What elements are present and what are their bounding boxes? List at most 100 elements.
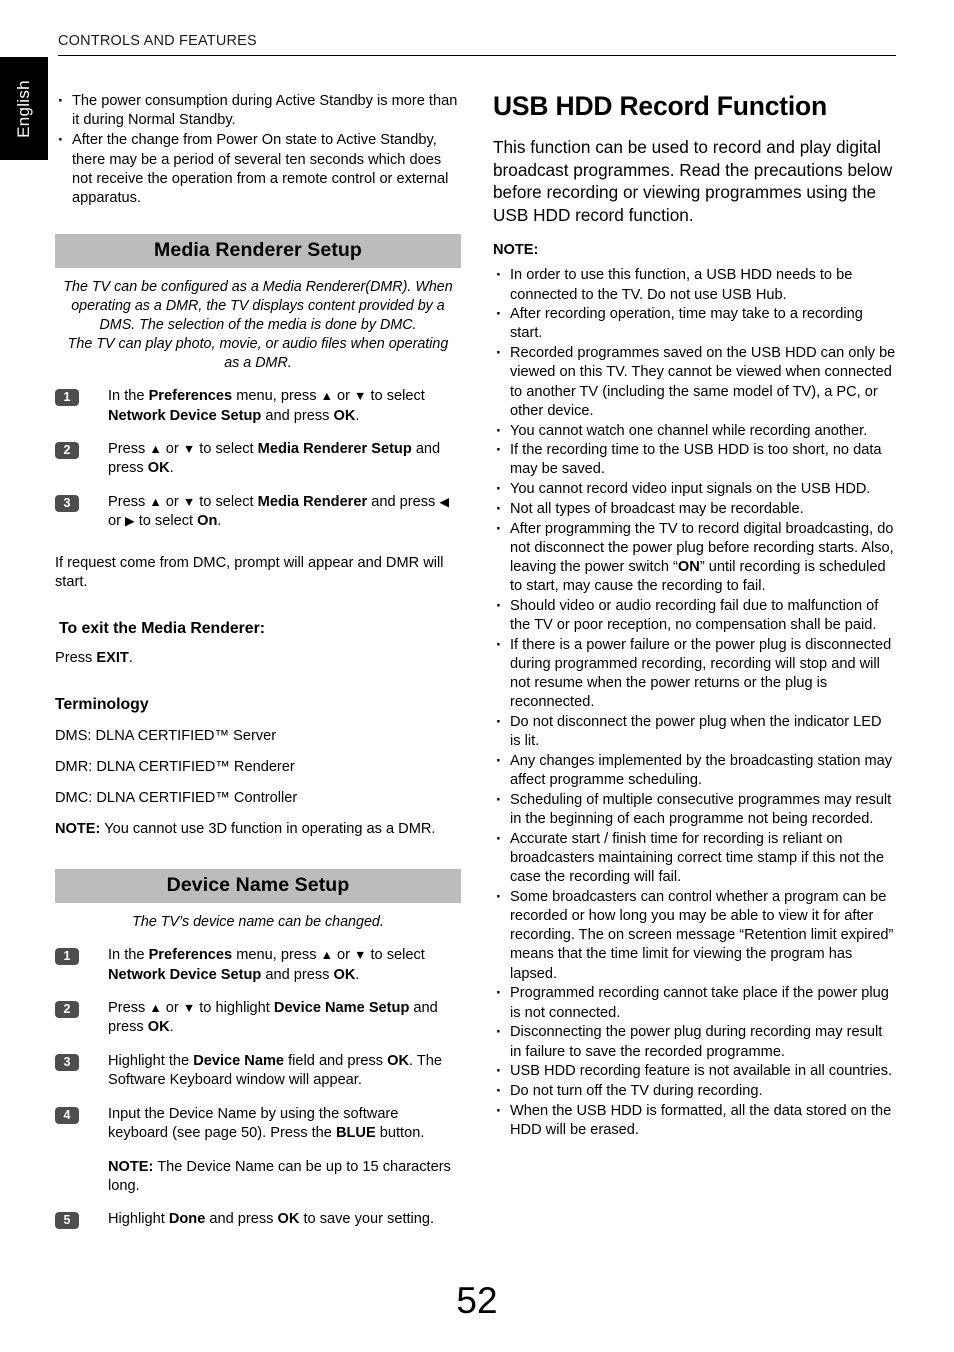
language-tab-label: English — [14, 79, 33, 138]
step-number-badge: 1 — [55, 948, 79, 966]
step-sub-note: NOTE: The Device Name can be up to 15 ch… — [108, 1158, 451, 1194]
media-renderer-note-label: NOTE: — [55, 821, 101, 838]
arrow-up-icon: ▲ — [149, 494, 162, 509]
media-renderer-intro-line-1: The TV can be configured as a Media Rend… — [63, 279, 453, 334]
terminology-item: DMR: DLNA CERTIFIED™ Renderer — [55, 759, 295, 776]
arrow-left-icon: ◀ — [439, 494, 449, 509]
emphasis: Preferences — [148, 388, 233, 405]
usb-hdd-note-list: In order to use this function, a USB HDD… — [493, 265, 896, 1140]
media-renderer-intro-line-2: The TV can play photo, movie, or audio f… — [67, 336, 449, 372]
emphasis: OK — [333, 966, 356, 983]
emphasis: OK — [147, 460, 170, 477]
media-renderer-banner: Media Renderer Setup — [55, 234, 461, 269]
arrow-down-icon: ▼ — [182, 1001, 196, 1016]
emphasis: Network Device Setup — [108, 966, 262, 983]
arrow-up-icon: ▲ — [149, 1001, 162, 1016]
step-text: Highlight Done and press OK to save your… — [108, 1211, 435, 1228]
step-text: In the Preferences menu, press ▲ or ▼ to… — [108, 388, 425, 424]
page-title: CONTROLS AND FEATURES — [58, 33, 257, 49]
usb-hdd-note-item: Do not disconnect the power plug when th… — [493, 712, 896, 751]
usb-hdd-note-item: You cannot watch one channel while recor… — [493, 420, 896, 441]
exit-press-period: . — [128, 650, 133, 667]
emphasis: OK — [277, 1211, 300, 1228]
usb-hdd-note-item: Accurate start / finish time for recordi… — [493, 829, 896, 888]
arrow-right-icon: ▶ — [125, 514, 135, 529]
emphasis: Done — [168, 1211, 206, 1228]
emphasis: On — [197, 513, 218, 530]
step-number-badge: 1 — [55, 389, 79, 407]
numbered-step: 5 Highlight Done and press OK to save you… — [55, 1210, 461, 1230]
device-name-banner: Device Name Setup — [55, 869, 461, 904]
emphasis: Device Name — [193, 1052, 285, 1069]
usb-hdd-note-item: Should video or audio recording fail due… — [493, 596, 896, 635]
numbered-step: 4 Input the Device Name by using the soft… — [55, 1105, 461, 1197]
usb-hdd-section-title: USB HDD Record Function — [493, 91, 828, 121]
device-name-steps: 1 In the Preferences menu, press ▲ or ▼ t… — [55, 946, 461, 1230]
arrow-down-icon: ▼ — [354, 389, 367, 404]
step-number-badge: 4 — [55, 1106, 79, 1124]
arrow-down-icon: ▼ — [182, 442, 196, 457]
usb-hdd-note-heading: NOTE: — [493, 242, 539, 259]
usb-hdd-note-item: Programmed recording cannot take place i… — [493, 983, 896, 1022]
usb-hdd-note-item: USB HDD recording feature is not availab… — [493, 1061, 896, 1081]
step-number-badge: 5 — [55, 1212, 79, 1230]
usb-hdd-note-item: If the recording time to the USB HDD is … — [493, 440, 896, 479]
arrow-down-icon: ▼ — [182, 494, 196, 509]
arrow-up-icon: ▲ — [320, 389, 333, 404]
emphasis: BLUE — [335, 1125, 376, 1142]
step-number-badge: 2 — [55, 442, 79, 460]
numbered-step: 2 Press ▲ or ▼ to select Media Renderer S… — [55, 440, 461, 479]
usb-hdd-note-item: Any changes implemented by the broadcast… — [493, 751, 896, 790]
standby-bullet: After the change from Power On state to … — [55, 130, 461, 208]
media-renderer-note-text: You cannot use 3D function in operating … — [100, 821, 436, 838]
emphasis: NOTE: — [108, 1158, 154, 1175]
step-text: Press ▲ or ▼ to select Media Renderer Se… — [108, 441, 441, 477]
left-column: The power consumption during Active Stan… — [55, 91, 461, 1230]
arrow-up-icon: ▲ — [320, 948, 333, 963]
emphasis: OK — [147, 1019, 170, 1036]
exit-press-label: Press — [55, 650, 97, 667]
right-column: USB HDD Record Function This function ca… — [493, 90, 896, 1141]
usb-hdd-note-item: Disconnecting the power plug during reco… — [493, 1022, 896, 1061]
terminology-item: DMC: DLNA CERTIFIED™ Controller — [55, 790, 298, 807]
terminology-heading: Terminology — [55, 696, 149, 714]
media-renderer-note: NOTE: You cannot use 3D function in oper… — [55, 820, 461, 839]
exit-media-renderer-heading: To exit the Media Renderer: — [59, 620, 265, 638]
numbered-step: 1 In the Preferences menu, press ▲ or ▼ t… — [55, 387, 461, 426]
usb-hdd-note-item: You cannot record video input signals on… — [493, 479, 896, 499]
header-divider — [58, 55, 896, 56]
numbered-step: 1 In the Preferences menu, press ▲ or ▼ t… — [55, 946, 461, 985]
usb-hdd-lead-paragraph: This function can be used to record and … — [493, 137, 893, 225]
terminology-item: DMS: DLNA CERTIFIED™ Server — [55, 728, 277, 745]
emphasis: OK — [333, 407, 356, 424]
emphasis: Device Name Setup — [273, 1000, 410, 1017]
terminology-list: DMS: DLNA CERTIFIED™ Server DMR: DLNA CER… — [55, 727, 461, 808]
manual-page: CONTROLS AND FEATURES English The power … — [0, 0, 954, 1352]
standby-bullet: The power consumption during Active Stan… — [55, 91, 461, 130]
usb-hdd-note-item: Do not turn off the TV during recording. — [493, 1081, 896, 1101]
exit-key: EXIT — [96, 650, 129, 667]
emphasis: Network Device Setup — [108, 407, 262, 424]
step-text: Press ▲ or ▼ to select Media Renderer an… — [108, 493, 449, 530]
standby-bullet-list: The power consumption during Active Stan… — [55, 91, 461, 208]
page-number: 52 — [456, 1280, 498, 1321]
arrow-up-icon: ▲ — [149, 442, 162, 457]
emphasis: OK — [387, 1052, 409, 1069]
device-name-intro: The TV’s device name can be changed. — [132, 914, 384, 931]
emphasis: Media Renderer — [257, 493, 368, 510]
usb-hdd-note-item: After programming the TV to record digit… — [493, 519, 896, 597]
step-text: Input the Device Name by using the softw… — [108, 1105, 461, 1197]
emphasis: Preferences — [148, 947, 233, 964]
numbered-step: 3 Highlight the Device Name field and pre… — [55, 1052, 461, 1091]
step-number-badge: 2 — [55, 1001, 79, 1019]
power-switch-on-emphasis: ON — [677, 558, 700, 575]
usb-hdd-note-item: Scheduling of multiple consecutive progr… — [493, 790, 896, 829]
page-header: CONTROLS AND FEATURES — [58, 32, 896, 56]
step-number-badge: 3 — [55, 1053, 79, 1071]
usb-hdd-note-item: After recording operation, time may take… — [493, 304, 896, 343]
step-number-badge: 3 — [55, 494, 79, 512]
step-text: Press ▲ or ▼ to highlight Device Name Se… — [108, 1000, 438, 1036]
emphasis: Media Renderer Setup — [257, 441, 412, 458]
usb-hdd-note-item: When the USB HDD is formatted, all the d… — [493, 1101, 896, 1140]
step-text: In the Preferences menu, press ▲ or ▼ to… — [108, 947, 425, 983]
